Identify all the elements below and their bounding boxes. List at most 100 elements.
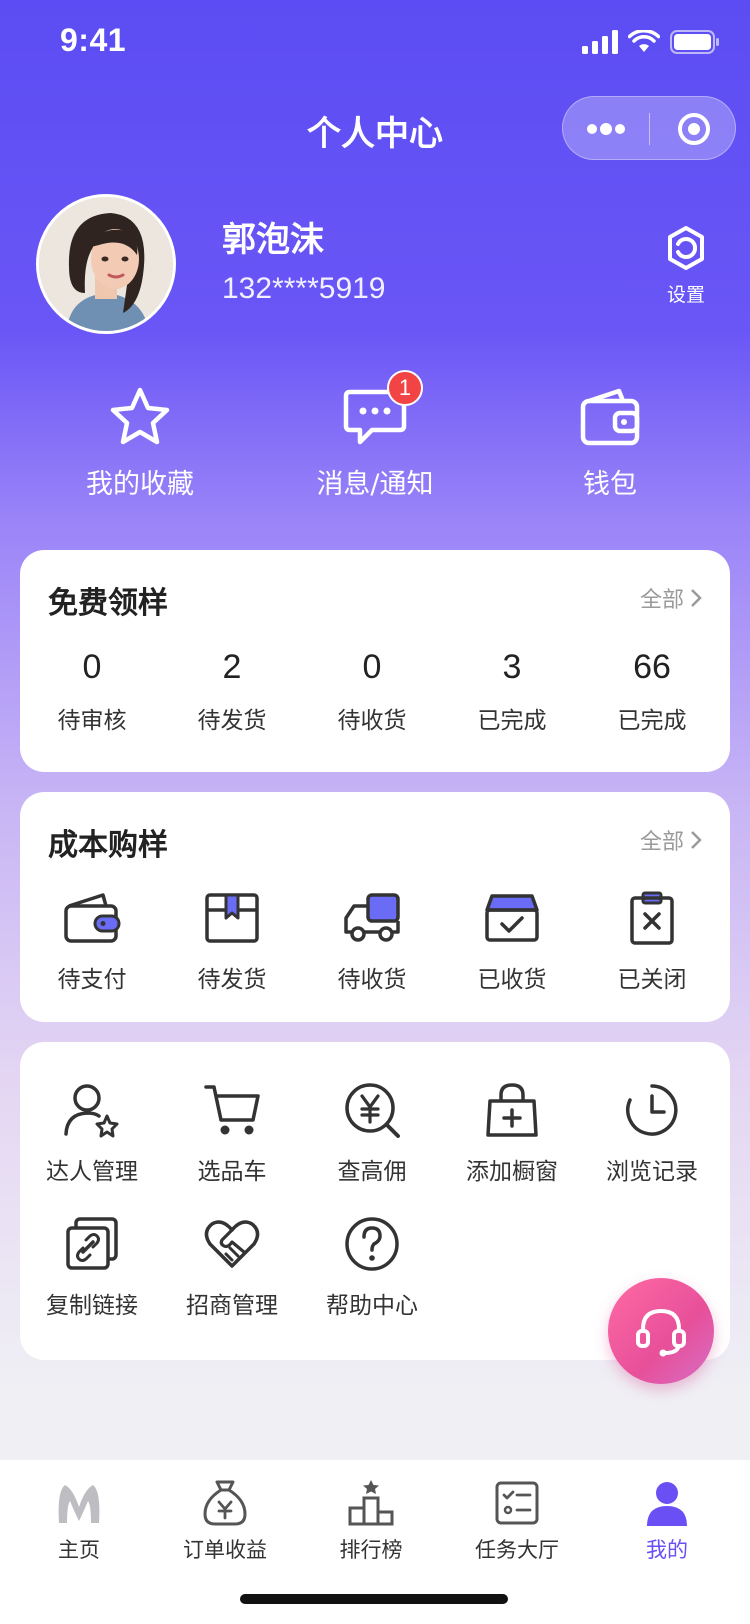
- tab-home[interactable]: 主页: [4, 1476, 154, 1564]
- profile-section: 郭泡沫 132****5919 设置: [36, 194, 716, 334]
- yen-search-icon: [345, 1083, 400, 1138]
- order-status-label: 待发货: [197, 967, 267, 993]
- money-bag-icon: [203, 1480, 247, 1526]
- messages-label: 消息/通知: [316, 469, 434, 500]
- order-status-label: 已收货: [477, 967, 547, 993]
- tool-add-showcase[interactable]: 添加橱窗: [442, 1080, 582, 1186]
- tool-label: 招商管理: [186, 1293, 278, 1319]
- tab-label: 排行榜: [339, 1538, 403, 1562]
- handshake-icon: [204, 1220, 260, 1268]
- stat-completed-total[interactable]: 66 已完成: [582, 648, 722, 735]
- wallet-icon: [580, 388, 640, 446]
- tool-browse-history[interactable]: 浏览记录: [582, 1080, 722, 1186]
- status-icons: [582, 30, 720, 54]
- wallet-label: 钱包: [583, 469, 637, 500]
- order-pending-receipt[interactable]: 待收货: [302, 888, 442, 994]
- settings-gear-icon: [668, 226, 704, 270]
- home-indicator: [240, 1594, 508, 1604]
- link-copy-icon: [66, 1217, 118, 1270]
- order-status-label: 已关闭: [617, 967, 687, 993]
- status-time: 9:41: [60, 22, 127, 58]
- stat-label: 已完成: [617, 708, 687, 734]
- customer-service-button[interactable]: [608, 1278, 714, 1384]
- tool-label: 查高佣: [337, 1159, 407, 1185]
- capsule-divider: [649, 113, 650, 145]
- status-bar: 9:41: [0, 0, 750, 88]
- quick-actions: 我的收藏 1 消息/通知 钱包: [0, 370, 750, 500]
- tool-label: 复制链接: [46, 1293, 138, 1319]
- free-sample-title: 免费领样: [48, 586, 168, 621]
- more-dots-icon: [587, 123, 625, 135]
- bag-add-icon: [486, 1083, 538, 1137]
- headset-icon: [636, 1308, 686, 1357]
- free-sample-view-all[interactable]: 全部: [640, 582, 702, 614]
- more-button[interactable]: [563, 97, 649, 161]
- tool-label: 浏览记录: [606, 1159, 698, 1185]
- stat-completed[interactable]: 3 已完成: [442, 648, 582, 735]
- chevron-right-icon: [691, 831, 702, 849]
- package-icon: [205, 893, 259, 943]
- wallet-button[interactable]: 钱包: [510, 384, 710, 501]
- stat-label: 待发货: [197, 708, 267, 734]
- messages-button[interactable]: 1 消息/通知: [275, 370, 475, 501]
- tool-label: 达人管理: [46, 1159, 138, 1185]
- order-status-label: 待收货: [337, 967, 407, 993]
- order-received[interactable]: 已收货: [442, 888, 582, 994]
- tab-task-hall[interactable]: 任务大厅: [442, 1476, 592, 1564]
- username: 郭泡沫: [222, 220, 324, 260]
- order-closed[interactable]: 已关闭: [582, 888, 722, 994]
- stat-label: 待审核: [57, 708, 127, 734]
- avatar-image: [39, 197, 173, 331]
- stat-value: 66: [633, 648, 671, 686]
- phone-number: 132****5919: [222, 272, 386, 305]
- tool-label: 选品车: [197, 1159, 267, 1185]
- close-miniprogram-button[interactable]: [651, 97, 737, 161]
- tool-copy-link[interactable]: 复制链接: [22, 1214, 162, 1320]
- settings-button[interactable]: 设置: [656, 224, 716, 307]
- tool-influencer-management[interactable]: 达人管理: [22, 1080, 162, 1186]
- clock-icon: [626, 1084, 678, 1136]
- tab-ranking[interactable]: 排行榜: [296, 1476, 446, 1564]
- clipboard-close-icon: [630, 891, 674, 945]
- user-star-icon: [64, 1084, 119, 1138]
- tool-selection-cart[interactable]: 选品车: [162, 1080, 302, 1186]
- tool-label: 添加橱窗: [466, 1159, 558, 1185]
- stat-pending-shipment[interactable]: 2 待发货: [162, 648, 302, 735]
- mini-program-capsule: [562, 96, 736, 160]
- stat-value: 2: [222, 648, 242, 686]
- view-all-label: 全部: [639, 588, 684, 613]
- stat-label: 待收货: [337, 708, 407, 734]
- tab-order-earnings[interactable]: 订单收益: [150, 1476, 300, 1564]
- tab-label: 主页: [58, 1538, 100, 1562]
- help-icon: [345, 1217, 399, 1271]
- truck-icon: [344, 893, 400, 942]
- stat-pending-receipt[interactable]: 0 待收货: [302, 648, 442, 735]
- cost-sample-card: 成本购样 全部 待支付 待发货 待收货 已收货 已关闭: [20, 792, 730, 1022]
- tab-label: 订单收益: [183, 1538, 267, 1562]
- tool-high-commission[interactable]: 查高佣: [302, 1080, 442, 1186]
- stat-pending-review[interactable]: 0 待审核: [22, 648, 162, 735]
- tool-merchant-management[interactable]: 招商管理: [162, 1214, 302, 1320]
- cost-sample-view-all[interactable]: 全部: [640, 824, 702, 856]
- settings-label: 设置: [666, 284, 705, 306]
- cost-sample-title: 成本购样: [48, 828, 168, 863]
- order-pending-shipment[interactable]: 待发货: [162, 888, 302, 994]
- tool-help-center[interactable]: 帮助中心: [302, 1214, 442, 1320]
- favorites-label: 我的收藏: [86, 469, 194, 500]
- task-list-icon: [495, 1481, 539, 1525]
- stat-value: 0: [362, 648, 382, 686]
- order-pending-payment[interactable]: 待支付: [22, 888, 162, 994]
- wallet-pay-icon: [64, 893, 121, 943]
- favorites-button[interactable]: 我的收藏: [40, 384, 240, 501]
- view-all-label: 全部: [639, 830, 684, 855]
- avatar[interactable]: [36, 194, 176, 334]
- target-icon: [678, 113, 710, 145]
- stat-label: 已完成: [477, 708, 547, 734]
- tab-mine[interactable]: 我的: [592, 1476, 742, 1564]
- home-logo-icon: [58, 1485, 100, 1523]
- message-badge: 1: [387, 370, 423, 406]
- signal-icon: [582, 30, 618, 54]
- profile-icon: [647, 1482, 687, 1526]
- nav-bar: 个人中心: [0, 92, 750, 164]
- tool-label: 帮助中心: [326, 1293, 418, 1319]
